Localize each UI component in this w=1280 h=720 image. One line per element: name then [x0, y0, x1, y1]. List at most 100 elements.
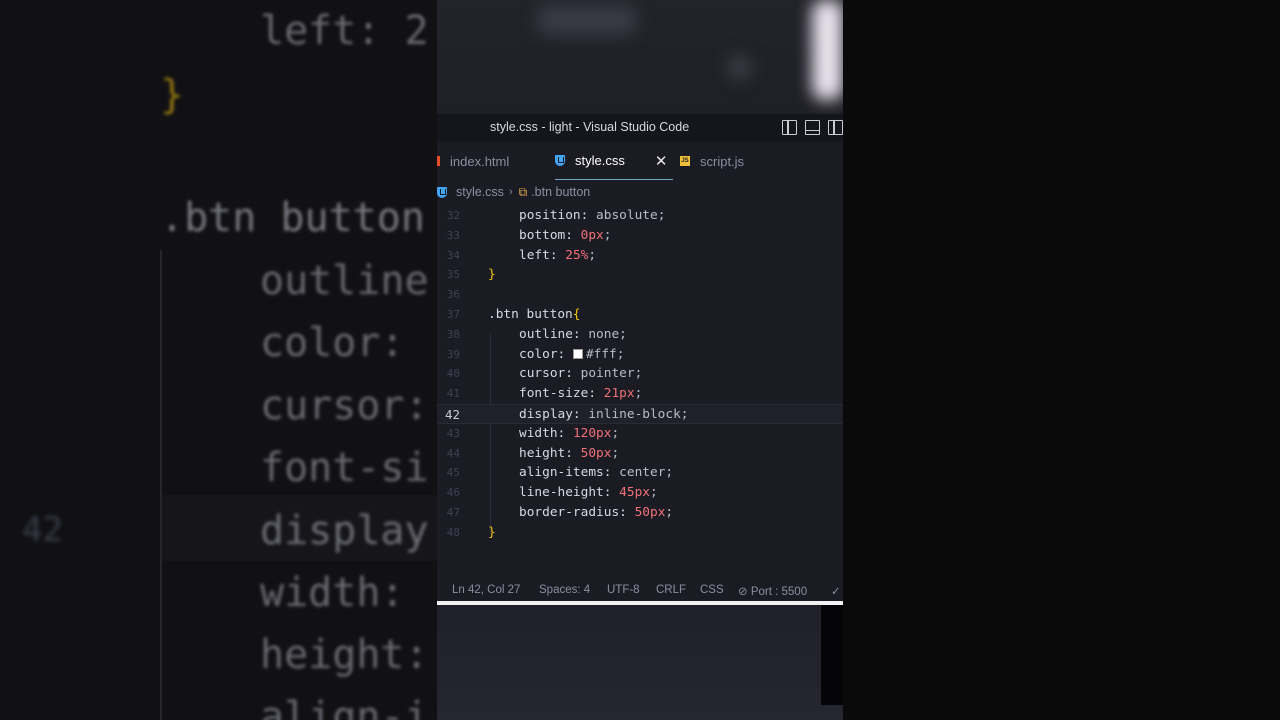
- opening-brace: {: [572, 307, 581, 322]
- css-property: height:: [519, 445, 581, 461]
- tab-index-html[interactable]: index.html: [437, 142, 509, 180]
- toggle-sidebar-icon[interactable]: [782, 120, 797, 135]
- code-editor[interactable]: 32 position: absolute; 33 bottom: 0px; 34 lef…: [437, 204, 843, 576]
- css-property: cursor:: [519, 366, 581, 382]
- background-code-line: cursor:: [260, 383, 429, 429]
- css-value: inline-block: [588, 407, 681, 422]
- line-number: 35: [446, 268, 460, 282]
- toggle-secondary-sidebar-icon[interactable]: [828, 120, 843, 135]
- dark-edge: [821, 605, 843, 705]
- chevron-right-icon: ›: [508, 186, 513, 198]
- background-right-black: [843, 0, 1280, 720]
- css-value: 50px: [634, 505, 666, 520]
- semicolon: ;: [634, 366, 643, 382]
- semicolon: ;: [634, 386, 643, 402]
- code-text: border-radius: 50px;: [519, 503, 673, 523]
- css-value: none: [588, 326, 620, 342]
- line-number: 46: [446, 486, 460, 500]
- code-text: display: inline-block;: [519, 405, 689, 425]
- line-number: 42: [444, 407, 460, 422]
- css-value: 25%: [565, 247, 589, 263]
- semicolon: ;: [619, 326, 627, 342]
- css-property: display:: [519, 407, 589, 422]
- line-number: 44: [446, 446, 460, 460]
- background-code-line: .btn button: [160, 195, 425, 241]
- code-line[interactable]: 45 align-items: center;: [437, 463, 843, 483]
- status-eol[interactable]: CRLF: [656, 584, 686, 596]
- semicolon: ;: [611, 445, 620, 461]
- css-property: align-items:: [519, 465, 620, 481]
- html-file-icon: [437, 156, 440, 166]
- code-text: color: #fff;: [519, 345, 624, 365]
- status-language[interactable]: CSS: [700, 584, 724, 596]
- port-label: Port : 5500: [750, 586, 808, 598]
- css-value: 45px: [619, 485, 650, 501]
- breadcrumb: style.css › ⧉ .btn button: [437, 182, 843, 202]
- code-text: line-height: 45px;: [519, 483, 658, 503]
- code-line[interactable]: 41 font-size: 21px;: [437, 384, 843, 404]
- toggle-panel-icon[interactable]: [805, 120, 820, 135]
- window-title: style.css - light - Visual Studio Code: [490, 120, 690, 134]
- code-line[interactable]: 48}: [437, 523, 843, 543]
- editor-tabs: index.html style.css ✕ JS script.js: [437, 142, 843, 180]
- code-text: height: 50px;: [519, 444, 619, 464]
- css-value: absolute: [596, 208, 658, 223]
- css-property: font-size:: [519, 386, 604, 402]
- code-line[interactable]: 38 outline: none;: [437, 325, 843, 345]
- line-number: 45: [446, 466, 460, 480]
- background-code-line: align-i: [260, 694, 429, 720]
- line-number: 48: [446, 525, 460, 539]
- css-value: 21px: [603, 386, 635, 402]
- breadcrumb-symbol[interactable]: .btn button: [531, 185, 590, 199]
- tab-label: index.html: [450, 153, 510, 169]
- css-file-icon: [437, 186, 447, 198]
- code-line[interactable]: 46 line-height: 45px;: [437, 483, 843, 503]
- code-line[interactable]: 39 color: #fff;: [437, 345, 843, 365]
- title-bar: style.css - light - Visual Studio Code: [437, 114, 843, 142]
- code-line[interactable]: 42 display: inline-block;: [437, 404, 843, 424]
- close-icon[interactable]: ✕: [655, 152, 668, 170]
- css-property: border-radius:: [519, 505, 635, 520]
- color-swatch[interactable]: [572, 348, 583, 359]
- code-line[interactable]: 44 height: 50px;: [437, 444, 843, 464]
- status-cursor-position[interactable]: Ln 42, Col 27: [452, 584, 520, 596]
- code-line[interactable]: 36: [437, 285, 843, 305]
- code-text: position: absolute;: [519, 206, 665, 226]
- code-line[interactable]: 40 cursor: pointer;: [437, 364, 843, 384]
- line-number: 47: [446, 506, 460, 519]
- status-bar: Ln 42, Col 27 Spaces: 4 UTF-8 CRLF CSS ⊘…: [437, 580, 843, 602]
- line-number: 40: [446, 367, 460, 381]
- tab-style-css[interactable]: style.css ✕: [555, 142, 674, 180]
- semicolon: ;: [665, 465, 674, 481]
- semicolon: ;: [611, 425, 620, 441]
- background-code-line: outline: [260, 258, 429, 304]
- code-line[interactable]: 33 bottom: 0px;: [437, 226, 843, 246]
- line-number: 39: [446, 347, 460, 361]
- background-code-line: color:: [260, 320, 429, 366]
- blurred-top-area: [437, 0, 843, 114]
- tab-script-js[interactable]: JS script.js: [680, 142, 744, 180]
- semicolon: ;: [603, 227, 612, 243]
- status-encoding[interactable]: UTF-8: [607, 584, 640, 596]
- live-server-port[interactable]: ⊘ Port : 5500: [738, 584, 807, 598]
- css-file-icon: [555, 155, 565, 166]
- code-text: font-size: 21px;: [519, 384, 642, 404]
- code-line[interactable]: 34 left: 25%;: [437, 246, 843, 266]
- code-line[interactable]: 32 position: absolute;: [437, 206, 843, 226]
- layout-controls: [782, 120, 843, 135]
- semicolon: ;: [650, 485, 658, 501]
- css-property: position:: [519, 208, 597, 223]
- css-property: color:: [519, 346, 573, 362]
- code-line[interactable]: 35}: [437, 265, 843, 285]
- background-indent-guide: [160, 250, 162, 720]
- breadcrumb-file[interactable]: style.css: [456, 185, 504, 199]
- status-indentation[interactable]: Spaces: 4: [539, 584, 590, 596]
- blurred-bottom-area: [437, 605, 843, 720]
- code-text: }: [488, 523, 496, 543]
- line-number: 37: [446, 308, 460, 321]
- code-line[interactable]: 43 width: 120px;: [437, 424, 843, 444]
- code-line[interactable]: 37 .btn button{: [437, 305, 843, 325]
- background-zoomed-code: 42 left: 2} .btn button outline color: curs…: [0, 0, 437, 720]
- code-line[interactable]: 47 border-radius: 50px;: [437, 503, 843, 523]
- tab-label: script.js: [700, 153, 745, 169]
